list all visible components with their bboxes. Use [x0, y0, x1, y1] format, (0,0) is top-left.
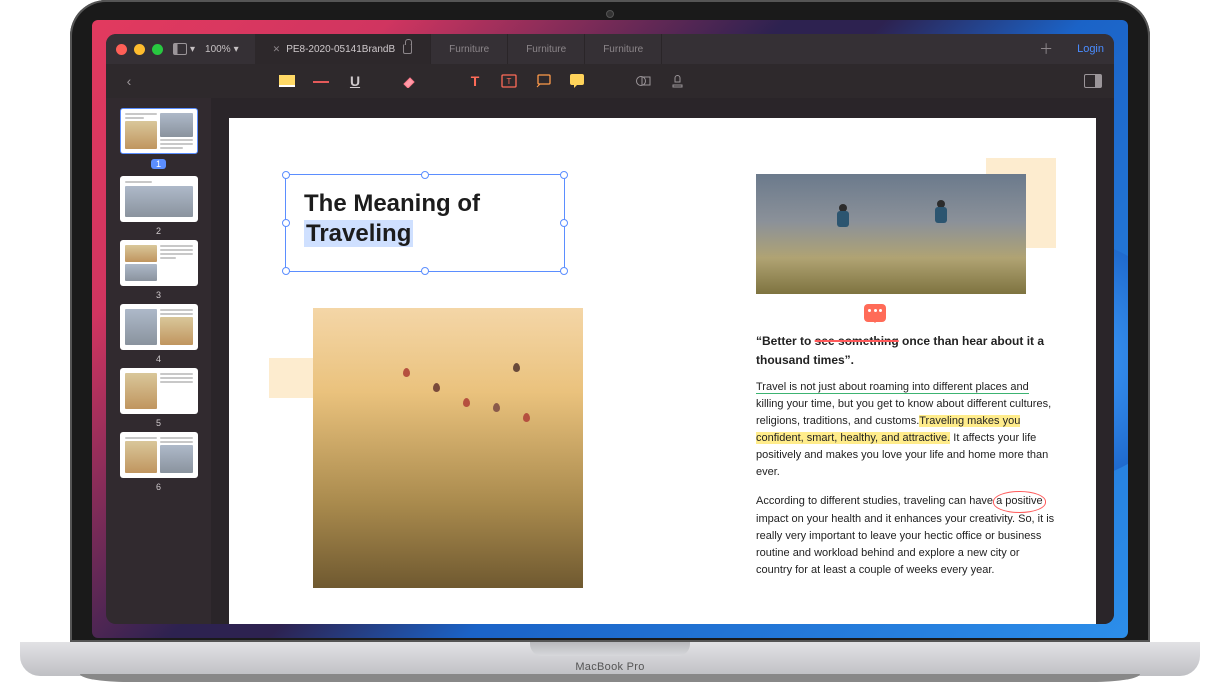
selected-text-frame[interactable]: The Meaning of Traveling [285, 174, 565, 272]
paragraph: According to different studies, travelin… [756, 493, 1056, 578]
desktop-wallpaper: ▾ 100%▾ ✕ PE8-2020-05141BrandB Furniture… [92, 20, 1128, 638]
callout-tool[interactable] [534, 72, 552, 90]
page-thumbnail[interactable]: 3 [120, 240, 198, 300]
oval-annotation[interactable]: a positive [996, 493, 1042, 510]
document-tab[interactable]: Furniture [508, 34, 585, 64]
note-tool[interactable] [568, 72, 586, 90]
panel-toggle-button[interactable] [1084, 74, 1102, 88]
main-image [313, 308, 583, 588]
squiggly-annotation[interactable]: see something [815, 334, 899, 348]
svg-text:T: T [507, 77, 512, 86]
textbox-tool[interactable]: T [500, 72, 518, 90]
screen-bezel: ▾ 100%▾ ✕ PE8-2020-05141BrandB Furniture… [70, 0, 1150, 642]
app-body: 1 2 3 4 5 [106, 98, 1114, 624]
page-thumbnail[interactable]: 2 [120, 176, 198, 236]
page-thumbnails-sidebar: 1 2 3 4 5 [106, 98, 211, 624]
page-thumbnail[interactable]: 4 [120, 304, 198, 364]
underline-annotation[interactable]: Travel is not just about roaming into di… [756, 381, 1029, 394]
minimize-window-button[interactable] [134, 44, 145, 55]
page-title[interactable]: The Meaning of Traveling [304, 189, 546, 249]
text-tools: T T [466, 72, 586, 90]
highlight-tool[interactable] [278, 72, 296, 90]
document-tab[interactable]: Furniture [585, 34, 662, 64]
document-page: The Meaning of Traveling [229, 118, 1096, 624]
pdf-app-window: ▾ 100%▾ ✕ PE8-2020-05141BrandB Furniture… [106, 34, 1114, 624]
stamp-tool[interactable] [668, 72, 686, 90]
shape-tool[interactable] [634, 72, 652, 90]
sidebar-toggle[interactable]: ▾ [173, 43, 195, 55]
eraser-tool[interactable] [400, 72, 418, 90]
lock-icon [403, 44, 412, 54]
comment-annotation-icon[interactable] [864, 304, 886, 322]
device-label: MacBook Pro [575, 661, 644, 673]
tab-label: PE8-2020-05141BrandB [286, 44, 395, 55]
tab-close-icon[interactable]: ✕ [273, 44, 281, 55]
body-text: “Better to see something once than hear … [756, 332, 1056, 591]
laptop-notch [530, 642, 690, 656]
back-button[interactable]: ‹ [118, 73, 140, 89]
shape-tools [634, 72, 686, 90]
document-tab-active[interactable]: ✕ PE8-2020-05141BrandB [255, 34, 432, 64]
annotation-toolbar: ‹ U T T [106, 64, 1114, 98]
hero-image [756, 174, 1026, 294]
page-thumbnail[interactable]: 1 [120, 108, 198, 172]
camera-icon [606, 10, 614, 18]
underline-tool[interactable]: U [346, 72, 364, 90]
document-canvas[interactable]: The Meaning of Traveling [211, 98, 1114, 624]
new-tab-button[interactable]: ＋ [1033, 34, 1059, 64]
page-thumbnail[interactable]: 5 [120, 368, 198, 428]
document-tab[interactable]: Furniture [431, 34, 508, 64]
tab-strip: ✕ PE8-2020-05141BrandB Furniture Furnitu… [255, 34, 1059, 64]
paragraph: Travel is not just about roaming into di… [756, 379, 1056, 481]
markup-tools: U [278, 72, 418, 90]
macbook-frame: ▾ 100%▾ ✕ PE8-2020-05141BrandB Furniture… [70, 0, 1150, 676]
login-link[interactable]: Login [1077, 43, 1104, 55]
laptop-base: MacBook Pro [20, 642, 1200, 676]
quote-text: “Better to see something once than hear … [756, 332, 1056, 369]
window-controls [116, 44, 163, 55]
toolbar-right [1084, 74, 1102, 88]
titlebar: ▾ 100%▾ ✕ PE8-2020-05141BrandB Furniture… [106, 34, 1114, 64]
text-tool[interactable]: T [466, 72, 484, 90]
close-window-button[interactable] [116, 44, 127, 55]
maximize-window-button[interactable] [152, 44, 163, 55]
zoom-level[interactable]: 100%▾ [205, 44, 239, 55]
page-thumbnail[interactable]: 6 [120, 432, 198, 492]
squiggly-tool[interactable] [312, 72, 330, 90]
